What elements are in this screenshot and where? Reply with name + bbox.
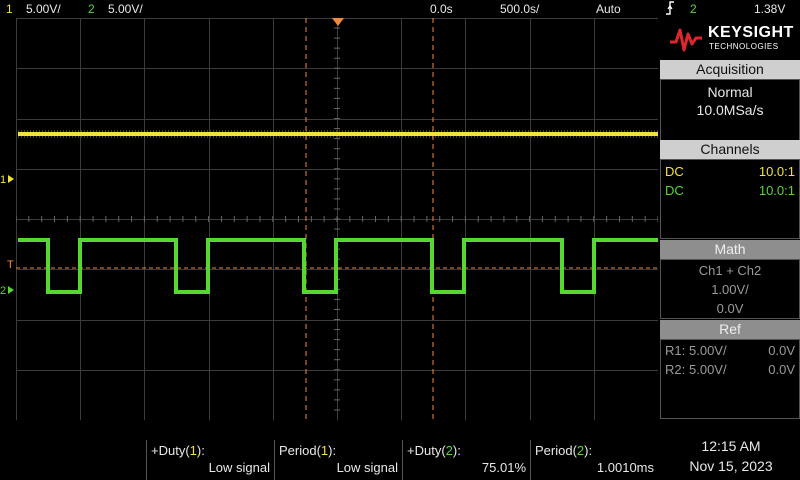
measurement-value: Low signal — [336, 460, 398, 475]
ch1-coupling: DC — [665, 164, 684, 179]
ch2-coupling: DC — [665, 183, 684, 198]
keysight-wave-icon — [670, 28, 702, 52]
ref1-scale: 5.00V/ — [689, 343, 727, 358]
sample-rate: 10.0MSa/s — [696, 102, 764, 118]
math-offset: 0.0V — [716, 301, 744, 316]
brand-subtitle: TECHNOLOGIES — [709, 42, 779, 51]
measurement-value: Low signal — [208, 460, 270, 475]
measurement-label: Period(2): — [535, 443, 593, 458]
clock: 12:15 AM Nov 15, 2023 — [662, 436, 800, 480]
measurement-bar: +Duty(1): Low signal Period(1): Low sign… — [0, 440, 660, 480]
measurement-duty1[interactable]: +Duty(1): Low signal — [146, 440, 274, 480]
ch1-scale[interactable]: 5.00V/ — [26, 0, 61, 18]
ch1-number[interactable]: 1 — [6, 0, 13, 18]
trigger-mode[interactable]: Auto — [596, 0, 621, 18]
measurement-value: 75.01% — [481, 460, 526, 475]
math-function: Ch1 + Ch2 — [698, 263, 762, 278]
ref-header[interactable]: Ref — [660, 320, 800, 339]
ch1-ground-marker[interactable]: 1 — [0, 174, 16, 194]
math-scale: 1.00V/ — [711, 282, 749, 297]
ref1-name: R1: — [665, 343, 686, 358]
trigger-position-marker — [332, 18, 344, 26]
ch2-ground-marker[interactable]: 2 — [0, 285, 16, 305]
ref2-offset: 0.0V — [768, 362, 795, 377]
clock-time: 12:15 AM — [701, 438, 761, 454]
channels-section[interactable]: DC 10.0:1 DC 10.0:1 — [660, 159, 800, 239]
ch2-probe: 10.0:1 — [758, 183, 795, 198]
measurement-label: +Duty(1): — [151, 443, 205, 458]
ref2-scale: 5.00V/ — [689, 362, 727, 377]
ch2-marker-label: 2 — [0, 285, 7, 297]
ch1-probe: 10.0:1 — [758, 164, 795, 179]
ch2-scale[interactable]: 5.00V/ — [108, 0, 143, 18]
timebase[interactable]: 500.0s/ — [500, 0, 539, 18]
ch2-trace — [18, 238, 658, 294]
ground-icon — [8, 286, 14, 294]
acquisition-mode: Normal — [707, 84, 753, 100]
channels-header[interactable]: Channels — [660, 140, 800, 159]
side-panel: KEYSIGHT TECHNOLOGIES Acquisition Normal… — [660, 18, 800, 420]
ref-section[interactable]: R1: 5.00V/ 0.0V R2: 5.00V/ 0.0V — [660, 339, 800, 419]
trigger-marker-label: T — [7, 259, 14, 271]
measurement-label: Period(1): — [279, 443, 337, 458]
ch1-marker-label: 1 — [0, 174, 7, 186]
time-offset[interactable]: 0.0s — [430, 0, 453, 18]
waveform-display[interactable] — [16, 18, 658, 420]
trigger-level-marker[interactable]: T — [7, 259, 14, 271]
measurement-period1[interactable]: Period(1): Low signal — [274, 440, 402, 480]
measurement-label: +Duty(2): — [407, 443, 461, 458]
measurement-value: 1.0010ms — [596, 460, 654, 475]
ref1-offset: 0.0V — [768, 343, 795, 358]
ground-icon — [8, 175, 14, 183]
trigger-source[interactable]: 2 — [690, 0, 697, 18]
keysight-logo: KEYSIGHT TECHNOLOGIES — [660, 18, 800, 58]
brand-name: KEYSIGHT — [708, 24, 794, 41]
trigger-level[interactable]: 1.38V — [754, 0, 785, 18]
ch2-number[interactable]: 2 — [88, 0, 95, 18]
measurement-duty2[interactable]: +Duty(2): 75.01% — [402, 440, 530, 480]
clock-date: Nov 15, 2023 — [689, 458, 773, 474]
math-section[interactable]: Ch1 + Ch2 1.00V/ 0.0V — [660, 259, 800, 319]
acquisition-section[interactable]: Normal 10.0MSa/s — [660, 79, 800, 141]
measurement-period2[interactable]: Period(2): 1.0010ms — [530, 440, 658, 480]
acquisition-header[interactable]: Acquisition — [660, 60, 800, 79]
math-header[interactable]: Math — [660, 240, 800, 259]
ref2-name: R2: — [665, 362, 686, 377]
status-bar: 1 5.00V/ 2 5.00V/ 0.0s 500.0s/ Auto 2 1.… — [0, 0, 800, 18]
ch1-trace — [18, 132, 658, 136]
